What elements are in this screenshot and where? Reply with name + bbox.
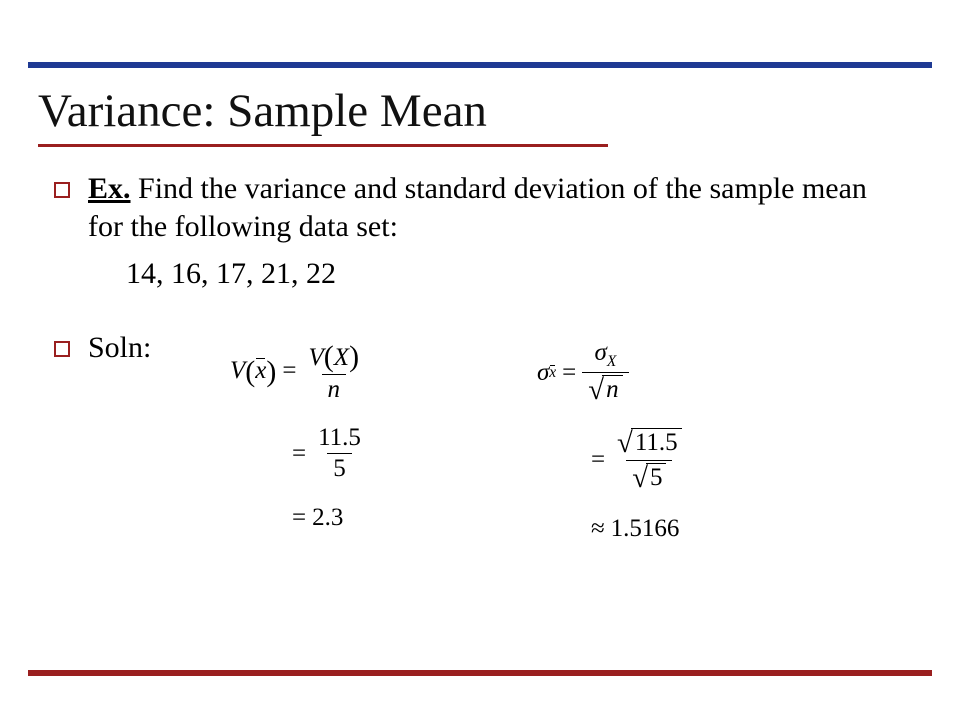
title-block: Variance: Sample Mean xyxy=(38,84,608,147)
rparen-icon: ) xyxy=(266,355,276,389)
radicand: 5 xyxy=(646,463,667,493)
sigma-sub-X: X xyxy=(607,353,616,370)
fraction: V(X) n xyxy=(303,340,366,403)
sigma: σ xyxy=(537,359,549,387)
var-n: n xyxy=(322,374,347,403)
variance-derivation: V(x) = V(X) n = 11.5 5 = 2.3 xyxy=(230,340,367,543)
slide-title: Variance: Sample Mean xyxy=(38,84,608,144)
stddev-result: 1.5166 xyxy=(611,515,680,543)
fraction: √11.5 √5 xyxy=(611,428,688,494)
lparen-icon: ( xyxy=(245,355,255,389)
equals: = xyxy=(286,440,312,468)
equals: = xyxy=(585,446,611,474)
sqrt: √11.5 xyxy=(617,428,682,458)
bullet-square-icon xyxy=(54,341,70,357)
slide: Variance: Sample Mean Ex. Find the varia… xyxy=(0,0,960,720)
data-set: 14, 16, 17, 21, 22 xyxy=(126,255,906,293)
numerator: 11.5 xyxy=(312,425,367,453)
fraction: 11.5 5 xyxy=(312,425,367,483)
slide-body: Ex. Find the variance and standard devia… xyxy=(54,170,906,368)
bottom-divider xyxy=(28,670,932,676)
lparen-icon: ( xyxy=(324,340,334,373)
math-area: V(x) = V(X) n = 11.5 5 = 2.3 xyxy=(230,340,688,543)
stddev-line-3: ≈ 1.5166 xyxy=(537,515,688,543)
equals: = xyxy=(556,359,582,387)
variance-line-2: = 11.5 5 xyxy=(230,425,367,483)
approx: ≈ xyxy=(585,515,611,543)
stddev-line-1: σx = σX √n xyxy=(537,340,688,406)
variance-line-1: V(x) = V(X) n xyxy=(230,340,367,403)
top-divider xyxy=(28,62,932,68)
bullet-square-icon xyxy=(54,182,70,198)
ex-body: Find the variance and standard deviation… xyxy=(88,172,867,243)
bullet-example: Ex. Find the variance and standard devia… xyxy=(54,170,906,247)
fraction: σX √n xyxy=(582,340,628,406)
denominator: 5 xyxy=(327,453,352,482)
sigma: σ xyxy=(595,339,607,366)
ex-label: Ex. xyxy=(88,172,131,205)
rparen-icon: ) xyxy=(349,340,359,373)
radicand-n: n xyxy=(602,375,623,405)
stddev-derivation: σx = σX √n = √11.5 xyxy=(537,340,688,543)
sqrt: √n xyxy=(588,375,622,405)
example-text: Ex. Find the variance and standard devia… xyxy=(88,170,906,247)
x-bar: x xyxy=(255,357,266,385)
equals: = xyxy=(286,504,312,532)
soln-label: Soln: xyxy=(88,329,151,367)
equals: = xyxy=(276,357,302,385)
sigma-sub: x xyxy=(549,364,556,382)
variance-line-3: = 2.3 xyxy=(230,504,367,532)
sqrt: √5 xyxy=(632,463,666,493)
func-V: V xyxy=(230,357,245,385)
func-V: V xyxy=(309,344,324,371)
title-underline xyxy=(38,144,608,147)
var-X: X xyxy=(334,344,349,371)
stddev-line-2: = √11.5 √5 xyxy=(537,428,688,494)
radicand: 11.5 xyxy=(631,428,682,458)
variance-result: 2.3 xyxy=(312,504,343,532)
